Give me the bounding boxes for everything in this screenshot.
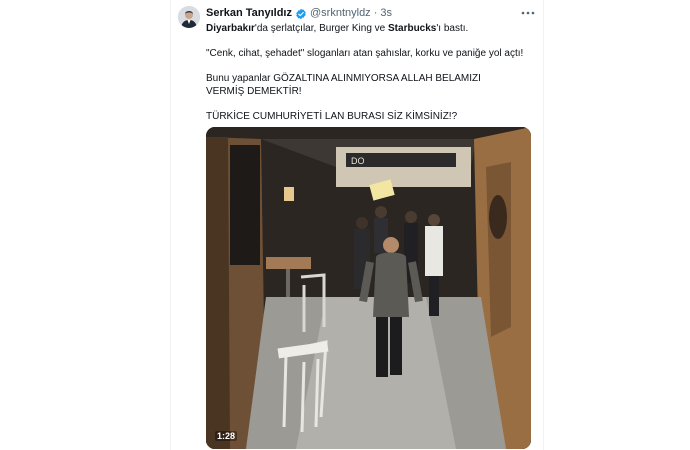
more-horizontal-icon[interactable] [520,8,536,18]
tweet-timestamp[interactable]: 3s [380,7,392,20]
tweet-text-segment: 'ı bastı. [436,23,469,34]
hashtag-diyarbakir: Diyarbakır [206,23,255,34]
tweet-text-segment: 'da şerlatçılar, Burger King ve [254,23,389,34]
video-player[interactable]: DO [206,127,531,449]
video-duration: 1:28 [215,431,238,441]
avatar-image [178,6,200,28]
author-handle[interactable]: @srkntnyldz [310,7,371,20]
author-avatar[interactable] [178,6,200,28]
tweet-paragraph-3: Bunu yapanlar GÖZALTINA ALINMIYORSA ALLA… [206,73,481,97]
author-name[interactable]: Serkan Tanyıldız [206,7,292,20]
tweet-paragraph-1: Diyarbakır'da şerlatçılar, Burger King v… [206,23,468,36]
video-frame: DO [206,127,531,449]
tweet-paragraph-4: TÜRKİCE CUMHURİYETİ LAN BURASI SİZ KİMSİ… [206,111,458,122]
tweet-paragraph-2: "Cenk, cihat, şehadet" sloganları atan ş… [206,48,524,59]
header-separator: · [373,7,378,19]
bold-starbucks: Starbucks [388,23,437,34]
store-sign-text: DO [351,156,365,166]
verified-badge-icon [296,8,306,19]
tweet-header: Serkan Tanyıldız @srkntnyldz · 3s [206,7,392,20]
